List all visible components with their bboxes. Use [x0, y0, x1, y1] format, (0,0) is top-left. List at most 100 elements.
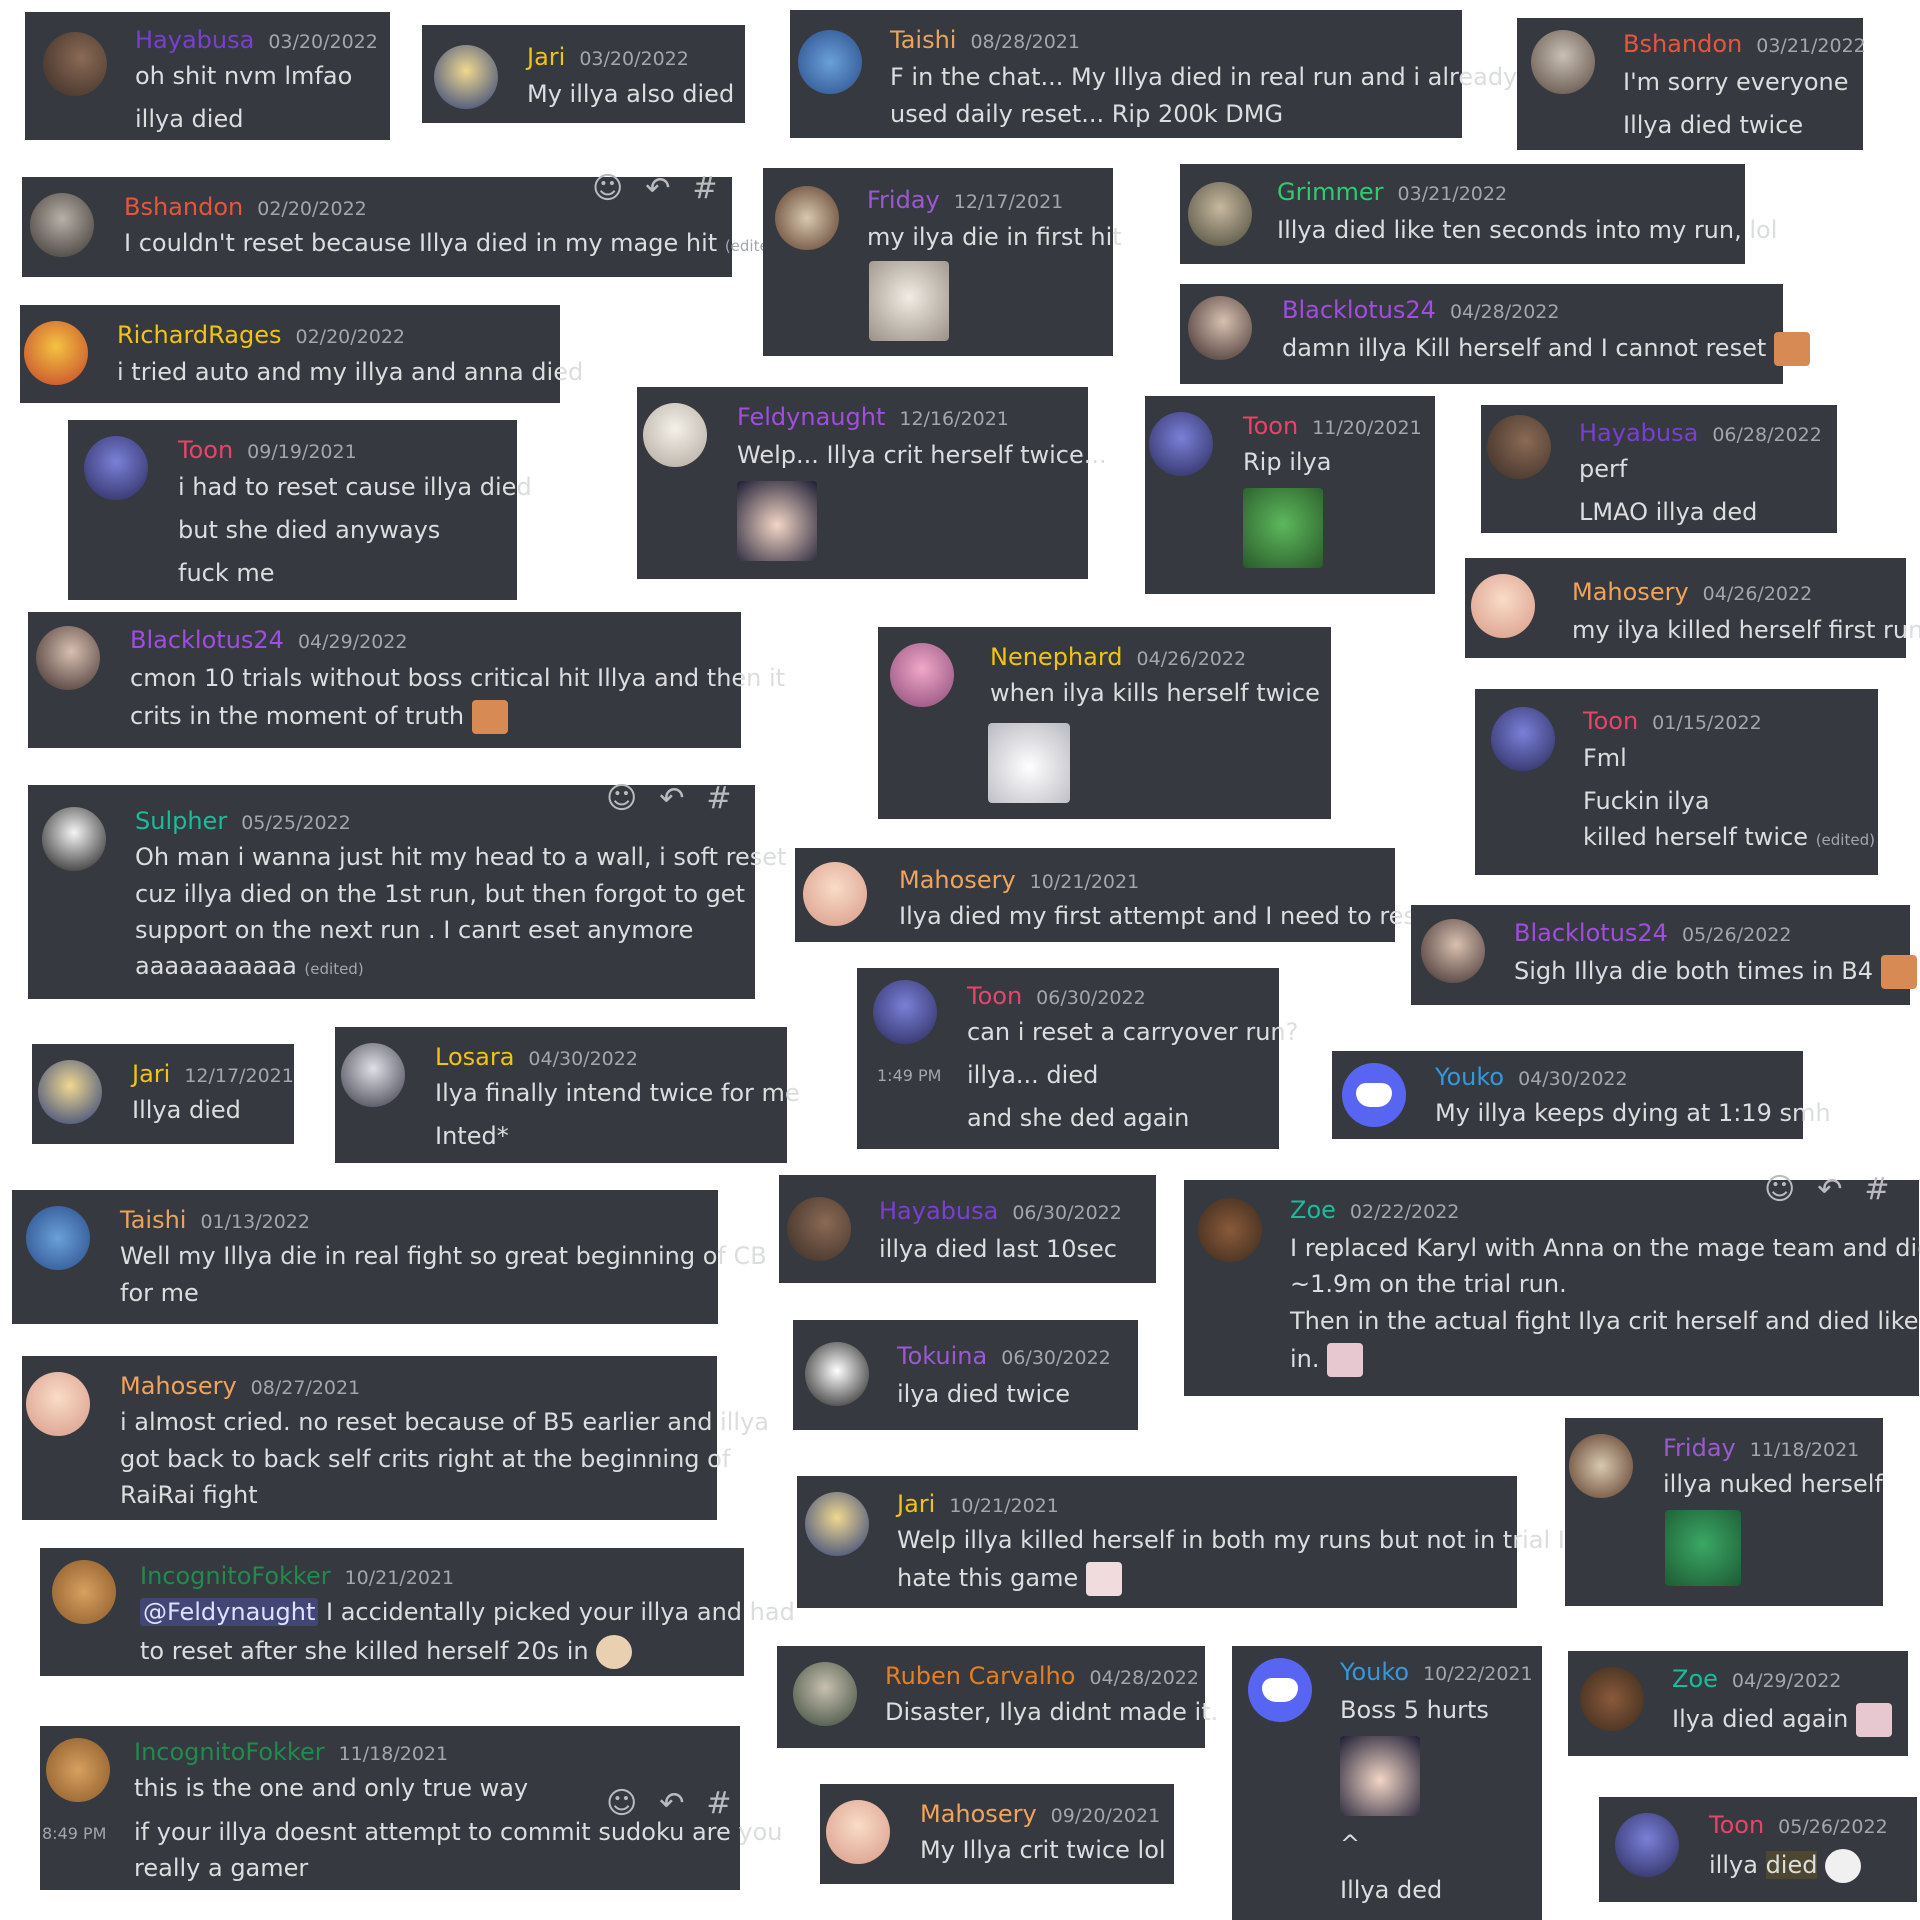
sticker-image[interactable] [737, 481, 817, 561]
username[interactable]: Zoe [1290, 1196, 1336, 1224]
user-avatar[interactable] [890, 643, 954, 707]
username[interactable]: Ruben Carvalho [885, 1662, 1075, 1690]
username[interactable]: Blacklotus24 [1282, 296, 1436, 324]
user-avatar[interactable] [798, 30, 862, 94]
user-avatar[interactable] [1531, 30, 1595, 94]
username[interactable]: Toon [178, 436, 233, 464]
username[interactable]: Youko [1340, 1658, 1409, 1686]
add-reaction-icon[interactable]: ☺ [592, 171, 623, 206]
emoji-icon[interactable] [1855, 1703, 1892, 1737]
username[interactable]: Hayabusa [1579, 419, 1698, 447]
user-avatar[interactable] [803, 862, 867, 926]
thread-icon[interactable]: # [706, 781, 731, 816]
thread-icon[interactable]: # [1864, 1172, 1889, 1207]
user-avatar[interactable] [1149, 412, 1213, 476]
user-avatar[interactable] [805, 1492, 869, 1556]
user-avatar[interactable] [873, 980, 937, 1044]
username[interactable]: Tokuina [897, 1342, 987, 1370]
reply-icon[interactable]: ↶ [1817, 1172, 1842, 1207]
user-avatar[interactable] [1421, 919, 1485, 983]
username[interactable]: Mahosery [120, 1372, 237, 1400]
crying-cat-image[interactable] [869, 261, 949, 341]
emoji-icon[interactable] [1327, 1343, 1364, 1377]
user-avatar[interactable] [341, 1043, 405, 1107]
emoji-icon[interactable] [471, 700, 508, 734]
username[interactable]: IncognitoFokker [140, 1562, 331, 1590]
username[interactable]: Taishi [120, 1206, 186, 1234]
user-avatar[interactable] [1487, 415, 1551, 479]
username[interactable]: RichardRages [117, 321, 282, 349]
user-avatar[interactable] [38, 1060, 102, 1124]
user-avatar[interactable] [1580, 1667, 1644, 1731]
thread-icon[interactable]: # [706, 1786, 731, 1821]
username[interactable]: Mahosery [899, 866, 1016, 894]
user-avatar[interactable] [1615, 1813, 1679, 1877]
username[interactable]: Blacklotus24 [1514, 919, 1668, 947]
user-avatar[interactable] [793, 1662, 857, 1726]
username[interactable]: IncognitoFokker [134, 1738, 325, 1766]
add-reaction-icon[interactable]: ☺ [606, 781, 637, 816]
username[interactable]: Grimmer [1277, 178, 1384, 206]
reply-icon[interactable]: ↶ [645, 171, 670, 206]
user-avatar[interactable] [1198, 1198, 1262, 1262]
user-avatar[interactable] [43, 32, 107, 96]
emoji-icon[interactable] [1880, 955, 1917, 989]
user-avatar[interactable] [1569, 1434, 1633, 1498]
add-reaction-icon[interactable]: ☺ [606, 1786, 637, 1821]
user-avatar[interactable] [434, 45, 498, 109]
user-avatar[interactable] [1188, 296, 1252, 360]
user-avatar[interactable] [42, 807, 106, 871]
user-avatar[interactable] [1471, 574, 1535, 638]
sad-pepe-sticker[interactable] [1243, 488, 1323, 568]
username[interactable]: Mahosery [1572, 578, 1689, 606]
user-avatar[interactable] [36, 626, 100, 690]
emoji-icon[interactable] [1825, 1849, 1862, 1883]
username[interactable]: Zoe [1672, 1665, 1718, 1693]
user-avatar[interactable] [775, 186, 839, 250]
reply-icon[interactable]: ↶ [659, 1786, 684, 1821]
username[interactable]: Jari [897, 1490, 935, 1518]
username[interactable]: Jari [527, 43, 565, 71]
username[interactable]: Hayabusa [879, 1197, 998, 1225]
user-avatar[interactable] [84, 436, 148, 500]
username[interactable]: Losara [435, 1043, 514, 1071]
user-avatar[interactable] [1188, 182, 1252, 246]
sticker-image[interactable] [1340, 1736, 1420, 1816]
user-avatar[interactable] [26, 1206, 90, 1270]
user-avatar[interactable] [46, 1738, 110, 1802]
running-pepe-sticker[interactable] [1665, 1510, 1741, 1586]
username[interactable]: Nenephard [990, 643, 1123, 671]
username[interactable]: Bshandon [124, 193, 243, 221]
username[interactable]: Hayabusa [135, 26, 254, 54]
username[interactable]: Jari [132, 1060, 170, 1088]
username[interactable]: Bshandon [1623, 30, 1742, 58]
add-reaction-icon[interactable]: ☺ [1764, 1172, 1795, 1207]
username[interactable]: Mahosery [920, 1800, 1037, 1828]
username[interactable]: Feldynaught [737, 403, 885, 431]
username[interactable]: Toon [967, 982, 1022, 1010]
username[interactable]: Toon [1583, 707, 1638, 735]
username[interactable]: Friday [1663, 1434, 1736, 1462]
thread-icon[interactable]: # [692, 171, 717, 206]
user-avatar[interactable] [1248, 1658, 1312, 1722]
username[interactable]: Blacklotus24 [130, 626, 284, 654]
user-mention[interactable]: @Feldynaught [140, 1598, 319, 1626]
emoji-icon[interactable] [1085, 1562, 1122, 1596]
user-avatar[interactable] [1491, 707, 1555, 771]
user-avatar[interactable] [1342, 1063, 1406, 1127]
username[interactable]: Youko [1435, 1063, 1504, 1091]
user-avatar[interactable] [643, 403, 707, 467]
username[interactable]: Sulpher [135, 807, 227, 835]
user-avatar[interactable] [787, 1197, 851, 1261]
emoji-icon[interactable] [1773, 332, 1810, 366]
user-avatar[interactable] [805, 1342, 869, 1406]
user-avatar[interactable] [30, 193, 94, 257]
user-avatar[interactable] [24, 321, 88, 385]
emoji-icon[interactable] [596, 1635, 633, 1669]
username[interactable]: Taishi [890, 26, 956, 54]
user-avatar[interactable] [52, 1560, 116, 1624]
user-avatar[interactable] [26, 1372, 90, 1436]
user-avatar[interactable] [826, 1800, 890, 1864]
username[interactable]: Toon [1243, 412, 1298, 440]
sticker-image[interactable] [988, 723, 1070, 803]
